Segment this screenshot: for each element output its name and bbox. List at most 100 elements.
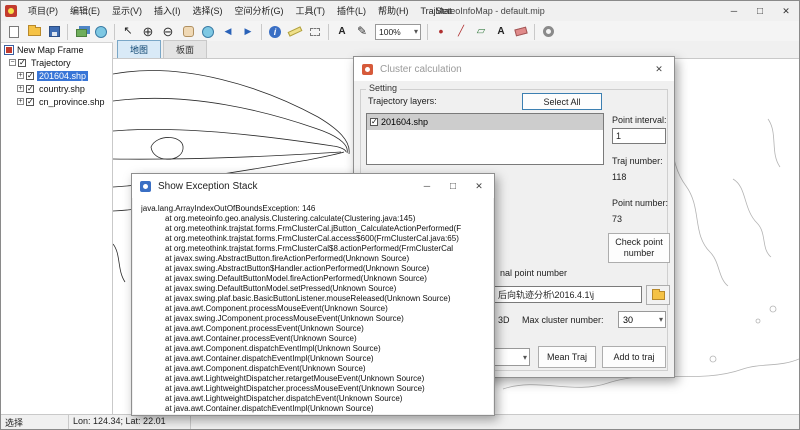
maximize-button[interactable] xyxy=(747,1,773,21)
exception-maximize-icon[interactable] xyxy=(440,175,466,197)
open-project-icon[interactable] xyxy=(25,23,43,41)
setting-group-label: Setting xyxy=(366,83,400,93)
draw-point-icon[interactable] xyxy=(432,23,450,41)
add-web-layer-icon[interactable] xyxy=(92,23,110,41)
expander-icon[interactable] xyxy=(9,59,16,66)
meteoinfomap-window: 项目(P) 编辑(E) 显示(V) 插入(I) 选择(S) 空间分析(G) 工具… xyxy=(0,0,800,430)
zoom-in-icon[interactable] xyxy=(139,23,157,41)
menu-edit[interactable]: 编辑(E) xyxy=(64,1,106,21)
stack-line: at java.awt.Component.processEvent(Unkno… xyxy=(141,324,493,334)
stack-line: at org.meteothink.trajstat.forms.FrmClus… xyxy=(141,234,493,244)
minimize-button[interactable] xyxy=(721,1,747,21)
draw-polyline-icon[interactable] xyxy=(452,23,470,41)
point-interval-input[interactable] xyxy=(612,128,666,144)
legend-root-map-frame[interactable]: New Map Frame xyxy=(1,43,112,56)
layer-checkbox[interactable] xyxy=(26,85,34,93)
layer-label: country.shp xyxy=(37,84,87,94)
settings-icon[interactable] xyxy=(539,23,557,41)
status-coordinates: Lon: 124.34; Lat: 22.01 xyxy=(69,415,191,429)
menu-plugins[interactable]: 插件(L) xyxy=(331,1,372,21)
mean-traj-button[interactable]: Mean Traj xyxy=(538,346,596,368)
select-feature-icon[interactable] xyxy=(306,23,324,41)
tab-layout[interactable]: 板面 xyxy=(163,40,207,58)
menu-insert[interactable]: 插入(I) xyxy=(148,1,187,21)
traj-number-value: 118 xyxy=(612,172,626,182)
check-point-number-button[interactable]: Check point number xyxy=(608,233,670,263)
stack-line: at javax.swing.AbstractButton.fireAction… xyxy=(141,254,493,264)
legend-layer-cn-province[interactable]: cn_province.shp xyxy=(1,95,112,108)
select-icon[interactable] xyxy=(119,23,137,41)
stack-line: at java.awt.Component.dispatchEvent(Unkn… xyxy=(141,364,493,374)
edit-icon[interactable] xyxy=(353,23,371,41)
draw-polygon-icon[interactable] xyxy=(472,23,490,41)
cluster-number-combo[interactable] xyxy=(494,348,530,366)
menu-spatial-analysis[interactable]: 空间分析(G) xyxy=(229,1,290,21)
add-to-traj-button[interactable]: Add to traj xyxy=(602,346,666,368)
text-tool-icon[interactable] xyxy=(492,23,510,41)
full-extent-icon[interactable] xyxy=(199,23,217,41)
stack-line: at java.awt.LightweightDispatcher.retarg… xyxy=(141,374,493,384)
stack-line: at org.meteoinfo.geo.analysis.Clustering… xyxy=(141,214,493,224)
exception-stack-text[interactable]: java.lang.ArrayIndexOutOfBoundsException… xyxy=(133,198,493,414)
layer-item-checkbox[interactable] xyxy=(370,118,378,126)
tab-map[interactable]: 地图 xyxy=(117,40,161,58)
layer-checkbox[interactable] xyxy=(18,59,26,67)
close-button[interactable] xyxy=(773,1,799,21)
layer-checkbox[interactable] xyxy=(26,98,34,106)
browse-button[interactable] xyxy=(646,285,670,305)
layer-list-item[interactable]: 201604.shp xyxy=(367,114,603,130)
folder-icon xyxy=(652,291,665,300)
map-frame-label: New Map Frame xyxy=(17,45,84,55)
menu-selection[interactable]: 选择(S) xyxy=(187,1,229,21)
menu-project[interactable]: 项目(P) xyxy=(22,1,64,21)
identify-icon[interactable] xyxy=(266,23,284,41)
exception-close-icon[interactable] xyxy=(466,175,492,197)
status-filler xyxy=(191,415,799,429)
menu-bar: 项目(P) 编辑(E) 显示(V) 插入(I) 选择(S) 空间分析(G) 工具… xyxy=(22,1,458,21)
zoom-next-icon[interactable] xyxy=(239,23,257,41)
zoom-out-icon[interactable] xyxy=(159,23,177,41)
menu-tools[interactable]: 工具(T) xyxy=(290,1,332,21)
max-cluster-number-combo[interactable]: 30 xyxy=(618,311,666,328)
layer-checkbox[interactable] xyxy=(26,72,34,80)
trajectory-layers-list[interactable]: 201604.shp xyxy=(366,113,604,165)
point-interval-label: Point interval: xyxy=(612,115,667,125)
expander-icon[interactable] xyxy=(17,72,24,79)
save-project-icon[interactable] xyxy=(45,23,63,41)
add-layer-icon[interactable] xyxy=(72,23,90,41)
menu-view[interactable]: 显示(V) xyxy=(106,1,148,21)
new-project-icon[interactable] xyxy=(5,23,23,41)
legend-layer-country[interactable]: country.shp xyxy=(1,82,112,95)
menu-help[interactable]: 帮助(H) xyxy=(372,1,415,21)
menu-trajstat[interactable]: TrajStat xyxy=(415,1,458,21)
exception-dialog-titlebar[interactable]: Show Exception Stack xyxy=(132,174,494,198)
group-label: Trajectory xyxy=(29,58,73,68)
pan-icon[interactable] xyxy=(179,23,197,41)
select-all-button[interactable]: Select All xyxy=(522,93,602,110)
stack-line: at javax.swing.DefaultButtonModel.setPre… xyxy=(141,284,493,294)
legend-group-trajectory[interactable]: Trajectory xyxy=(1,56,112,69)
status-mode: 选择 xyxy=(1,415,69,429)
expander-icon[interactable] xyxy=(17,98,24,105)
expander-icon[interactable] xyxy=(17,85,24,92)
traj-number-label: Traj number: xyxy=(612,156,663,166)
zoom-previous-icon[interactable] xyxy=(219,23,237,41)
measure-icon[interactable] xyxy=(286,23,304,41)
trajectory-layers-label: Trajectory layers: xyxy=(368,96,437,106)
eraser-icon[interactable] xyxy=(512,23,530,41)
cluster-dialog-close-icon[interactable] xyxy=(646,58,672,80)
3d-label: 3D xyxy=(498,315,510,325)
label-icon[interactable] xyxy=(333,23,351,41)
layer-label: 201604.shp xyxy=(37,71,88,81)
zoom-level-combo[interactable]: 100% xyxy=(375,24,421,40)
stack-line: at javax.swing.AbstractButton$Handler.ac… xyxy=(141,264,493,274)
status-bar: 选择 Lon: 124.34; Lat: 22.01 xyxy=(1,414,799,429)
output-path-input[interactable] xyxy=(494,286,642,303)
cluster-dialog-titlebar[interactable]: Cluster calculation xyxy=(354,57,674,81)
stack-line: java.lang.ArrayIndexOutOfBoundsException… xyxy=(141,204,493,214)
stack-line: at org.meteothink.trajstat.forms.FrmClus… xyxy=(141,224,493,234)
stack-line: at javax.swing.plaf.basic.BasicButtonLis… xyxy=(141,294,493,304)
legend-layer-201604[interactable]: 201604.shp xyxy=(1,69,112,82)
title-bar: 项目(P) 编辑(E) 显示(V) 插入(I) 选择(S) 空间分析(G) 工具… xyxy=(1,1,799,21)
exception-minimize-icon[interactable] xyxy=(414,175,440,197)
